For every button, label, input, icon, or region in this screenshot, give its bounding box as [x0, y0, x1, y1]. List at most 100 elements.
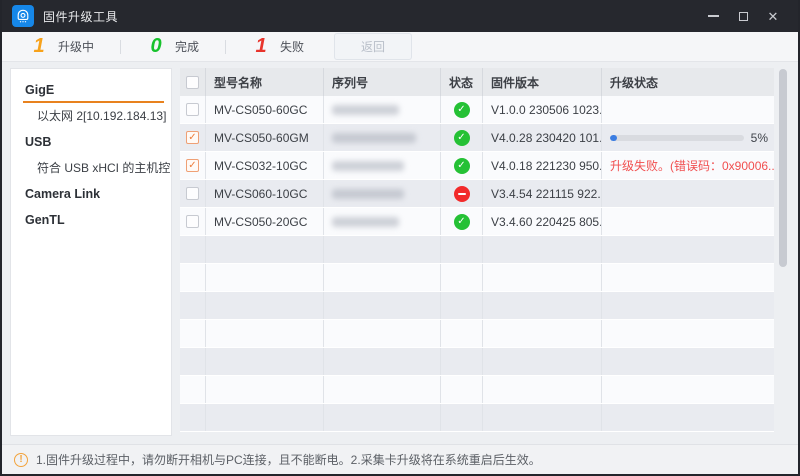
model-name-cell	[206, 292, 324, 319]
upgrade-status-cell	[602, 96, 774, 123]
sidebar-item-usb[interactable]: USB	[11, 129, 171, 155]
sidebar-item-gentl[interactable]: GenTL	[11, 207, 171, 233]
upgrade-status-cell	[602, 180, 774, 207]
status-cell	[441, 320, 483, 347]
select-all-checkbox[interactable]	[186, 76, 199, 89]
status-cell	[441, 208, 483, 235]
failed-label: 失败	[280, 38, 304, 55]
row-checkbox[interactable]: ✓	[186, 159, 199, 172]
sidebar-item-usb-host[interactable]: 符合 USB xHCI 的主机控...	[11, 155, 171, 181]
firmware-version-cell: V4.0.18 221230 950...	[483, 152, 602, 179]
table-row[interactable]: MV-CS050-60GCV1.0.0 230506 1023...	[180, 96, 774, 124]
serial-number-cell	[324, 96, 441, 123]
firmware-version-cell: V4.0.28 230420 101...	[483, 124, 602, 151]
content: GigE 以太网 2[10.192.184.13] USB 符合 USB xHC…	[2, 62, 798, 444]
redacted-serial	[332, 189, 404, 199]
table-row[interactable]	[180, 292, 774, 320]
table-body: MV-CS050-60GCV1.0.0 230506 1023...✓MV-CS…	[180, 96, 774, 432]
row-checkbox-cell	[180, 208, 206, 235]
status-cell	[441, 180, 483, 207]
status-ok-icon	[454, 130, 470, 146]
upgrade-status-cell	[602, 404, 774, 431]
row-checkbox-cell	[180, 292, 206, 319]
back-button[interactable]: 返回	[334, 33, 412, 60]
status-cell	[441, 292, 483, 319]
upgrade-status-cell	[602, 264, 774, 291]
stat-failed: 1 失败	[252, 35, 304, 58]
upgrade-status-cell	[602, 208, 774, 235]
serial-number-cell	[324, 348, 441, 375]
table-row[interactable]	[180, 404, 774, 432]
minimize-button[interactable]	[698, 0, 728, 32]
sidebar-item-camera-link[interactable]: Camera Link	[11, 181, 171, 207]
window-title: 固件升级工具	[43, 8, 118, 25]
sidebar-item-gige[interactable]: GigE	[11, 77, 171, 103]
firmware-version-cell	[483, 376, 602, 403]
statusbar-text: 1.固件升级过程中，请勿断开相机与PC连接，且不能断电。2.采集卡升级将在系统重…	[36, 451, 541, 468]
serial-number-cell	[324, 264, 441, 291]
model-name-cell	[206, 320, 324, 347]
col-firmware-version: 固件版本	[483, 68, 602, 96]
col-status: 状态	[441, 68, 483, 96]
table-row[interactable]	[180, 320, 774, 348]
warning-icon: !	[14, 453, 28, 467]
table-row[interactable]	[180, 236, 774, 264]
row-checkbox[interactable]: ✓	[186, 131, 199, 144]
upgrade-status-cell	[602, 236, 774, 263]
row-checkbox[interactable]	[186, 187, 199, 200]
serial-number-cell	[324, 208, 441, 235]
progress-bar-fill	[610, 135, 617, 141]
redacted-serial	[332, 217, 399, 227]
table-row[interactable]	[180, 348, 774, 376]
model-name-cell	[206, 348, 324, 375]
stat-completed: 0 完成	[147, 35, 199, 58]
interface-sidebar: GigE 以太网 2[10.192.184.13] USB 符合 USB xHC…	[10, 68, 172, 436]
row-checkbox[interactable]	[186, 103, 199, 116]
upgrade-status-cell	[602, 320, 774, 347]
row-checkbox-cell: ✓	[180, 124, 206, 151]
table-row[interactable]: ✓ MV-CS050-60GM V4.0.28 230420 101... 5%	[180, 124, 774, 152]
app-logo-icon	[12, 5, 34, 27]
device-table: 型号名称 序列号 状态 固件版本 升级状态 MV-CS050-60GCV1.0.…	[180, 68, 774, 436]
device-table-wrap: 型号名称 序列号 状态 固件版本 升级状态 MV-CS050-60GCV1.0.…	[180, 68, 792, 436]
close-icon: ✕	[768, 10, 779, 23]
serial-number-cell	[324, 152, 441, 179]
status-cell	[441, 236, 483, 263]
sidebar-item-ethernet[interactable]: 以太网 2[10.192.184.13]	[11, 103, 171, 129]
status-ok-icon	[454, 214, 470, 230]
table-row[interactable]: MV-CS050-20GCV3.4.60 220425 805...	[180, 208, 774, 236]
firmware-version-cell	[483, 264, 602, 291]
upgrading-count: 1	[30, 35, 48, 58]
progress-percent-label: 5%	[751, 131, 768, 145]
row-checkbox-cell	[180, 348, 206, 375]
row-checkbox-cell	[180, 96, 206, 123]
row-checkbox[interactable]	[186, 215, 199, 228]
status-ok-icon	[454, 102, 470, 118]
table-row[interactable]: ✓MV-CS032-10GCV4.0.18 221230 950...升级失败。…	[180, 152, 774, 180]
table-row[interactable]: MV-CS060-10GCV3.4.54 221115 922...	[180, 180, 774, 208]
maximize-button[interactable]	[728, 0, 758, 32]
upgrade-status-cell	[602, 376, 774, 403]
row-checkbox-cell	[180, 236, 206, 263]
firmware-version-cell	[483, 236, 602, 263]
status-cell	[441, 264, 483, 291]
table-row[interactable]	[180, 376, 774, 404]
scrollbar-thumb[interactable]	[779, 69, 787, 267]
model-name-cell: MV-CS050-60GC	[206, 96, 324, 123]
vertical-scrollbar[interactable]	[774, 68, 792, 436]
row-checkbox-cell	[180, 264, 206, 291]
row-checkbox-cell	[180, 320, 206, 347]
failed-count: 1	[252, 35, 270, 58]
model-name-cell: MV-CS050-60GM	[206, 124, 324, 151]
toolbar-divider	[120, 40, 121, 54]
status-cell	[441, 404, 483, 431]
model-name-cell	[206, 236, 324, 263]
close-button[interactable]: ✕	[758, 0, 788, 32]
model-name-cell	[206, 264, 324, 291]
serial-number-cell	[324, 292, 441, 319]
firmware-version-cell: V3.4.60 220425 805...	[483, 208, 602, 235]
status-cell	[441, 152, 483, 179]
row-checkbox-cell	[180, 180, 206, 207]
table-row[interactable]	[180, 264, 774, 292]
firmware-version-cell	[483, 348, 602, 375]
